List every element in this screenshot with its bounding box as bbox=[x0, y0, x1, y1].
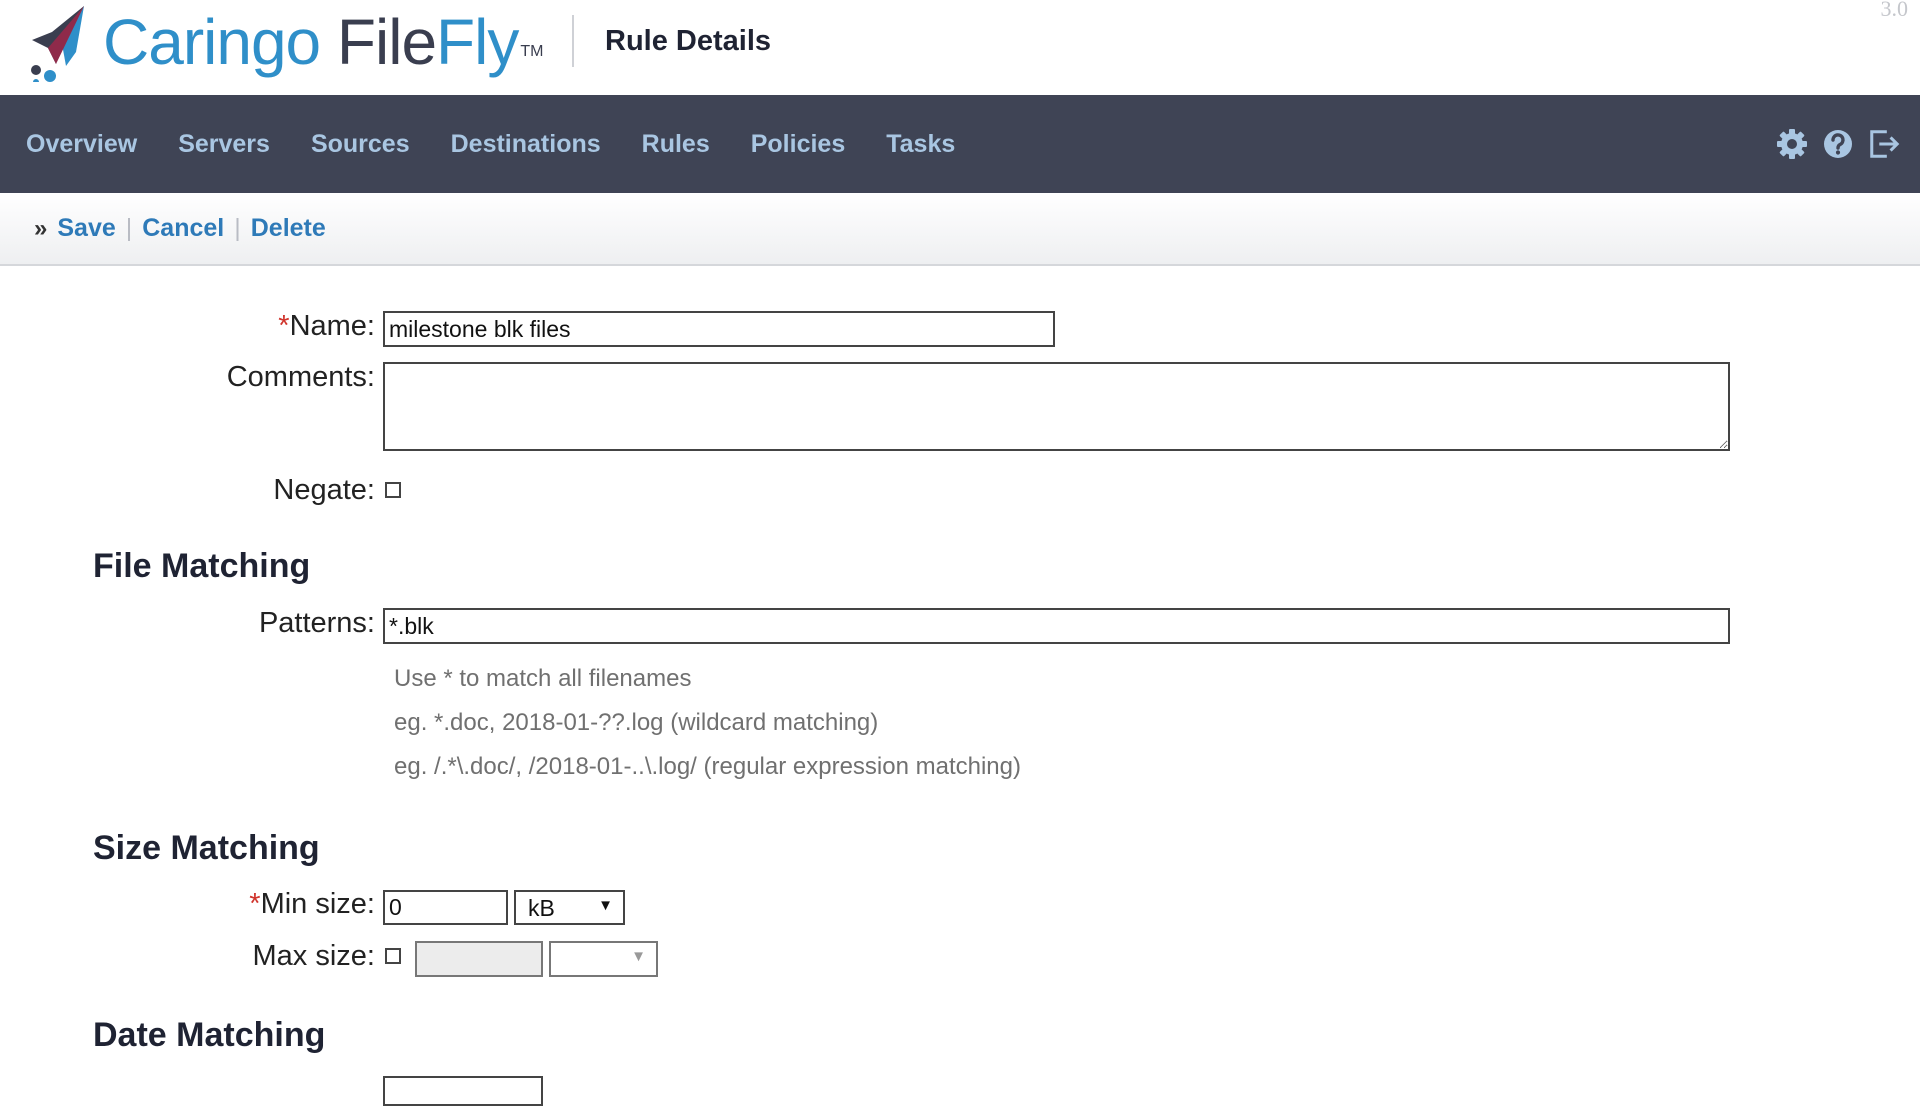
nav-item-destinations[interactable]: Destinations bbox=[451, 130, 601, 159]
delete-button[interactable]: Delete bbox=[251, 214, 326, 243]
title-divider bbox=[572, 15, 574, 67]
size-matching-heading: Size Matching bbox=[93, 829, 320, 867]
brand-bar: Caringo FileFly TM Rule Details 3.0 bbox=[0, 0, 1920, 95]
max-size-unit-select[interactable]: ▼ bbox=[549, 941, 658, 977]
file-matching-heading: File Matching bbox=[93, 547, 311, 585]
dropdown-arrow-icon: ▼ bbox=[631, 948, 646, 965]
comments-label: Comments: bbox=[226, 361, 375, 393]
logout-button[interactable] bbox=[1868, 128, 1900, 160]
max-size-checkbox[interactable] bbox=[385, 948, 401, 964]
dropdown-arrow-icon: ▼ bbox=[598, 897, 613, 914]
nav-item-rules[interactable]: Rules bbox=[642, 130, 710, 159]
patterns-hint: eg. *.doc, 2018-01-??.log (wildcard matc… bbox=[394, 709, 879, 736]
patterns-hint: eg. /.*\.doc/, /2018-01-..\.log/ (regula… bbox=[394, 753, 1021, 780]
nav-item-overview[interactable]: Overview bbox=[26, 130, 137, 159]
name-input[interactable] bbox=[383, 311, 1055, 347]
max-size-label: Max size: bbox=[252, 940, 375, 972]
product-logo: Caringo FileFly TM bbox=[103, 4, 543, 80]
nav-item-sources[interactable]: Sources bbox=[311, 130, 410, 159]
min-size-unit-value: kB bbox=[528, 895, 555, 921]
required-mark: * bbox=[278, 310, 290, 342]
name-label-text: Name: bbox=[289, 310, 375, 342]
nav-list: Overview Servers Sources Destinations Ru… bbox=[26, 95, 996, 193]
logo-word-file: File bbox=[336, 6, 437, 78]
actions-prefix: » bbox=[34, 214, 48, 242]
nav-tools bbox=[1776, 95, 1900, 193]
page-title: Rule Details bbox=[605, 25, 771, 57]
rocket-logo-icon bbox=[31, 6, 84, 82]
patterns-hint: Use * to match all filenames bbox=[394, 665, 692, 692]
version-label: 3.0 bbox=[1880, 0, 1909, 21]
min-size-input[interactable] bbox=[383, 890, 508, 925]
date-matching-heading: Date Matching bbox=[93, 1016, 326, 1054]
negate-checkbox[interactable] bbox=[385, 482, 401, 498]
actions: » Save | Cancel | Delete bbox=[34, 193, 326, 264]
settings-button[interactable] bbox=[1776, 128, 1808, 160]
help-button[interactable] bbox=[1822, 128, 1854, 160]
main-nav: Overview Servers Sources Destinations Ru… bbox=[0, 95, 1920, 193]
date-field[interactable] bbox=[383, 1076, 543, 1106]
patterns-input[interactable] bbox=[383, 608, 1730, 644]
required-mark: * bbox=[249, 888, 261, 920]
max-size-input[interactable] bbox=[415, 941, 543, 977]
min-size-label: *Min size: bbox=[249, 888, 375, 921]
negate-label: Negate: bbox=[273, 474, 375, 506]
gear-icon bbox=[1777, 129, 1807, 159]
min-size-unit-select[interactable]: kB ▼ bbox=[514, 890, 625, 925]
name-label: *Name: bbox=[278, 310, 375, 343]
action-separator: | bbox=[125, 214, 133, 242]
save-button[interactable]: Save bbox=[57, 214, 115, 243]
logout-icon bbox=[1870, 130, 1900, 158]
nav-item-policies[interactable]: Policies bbox=[751, 130, 846, 159]
nav-item-servers[interactable]: Servers bbox=[178, 130, 270, 159]
patterns-label: Patterns: bbox=[258, 607, 375, 639]
action-separator: | bbox=[234, 214, 241, 242]
logo-word-fly: Fly bbox=[436, 6, 519, 78]
action-bar: » Save | Cancel | Delete bbox=[0, 193, 1920, 266]
nav-item-tasks[interactable]: Tasks bbox=[886, 130, 955, 159]
help-icon bbox=[1824, 130, 1852, 158]
logo-trademark: TM bbox=[520, 43, 544, 60]
min-size-label-text: Min size: bbox=[260, 888, 375, 920]
cancel-button[interactable]: Cancel bbox=[142, 214, 224, 243]
comments-textarea[interactable] bbox=[383, 362, 1730, 451]
logo-word-caringo: Caringo bbox=[103, 6, 321, 78]
